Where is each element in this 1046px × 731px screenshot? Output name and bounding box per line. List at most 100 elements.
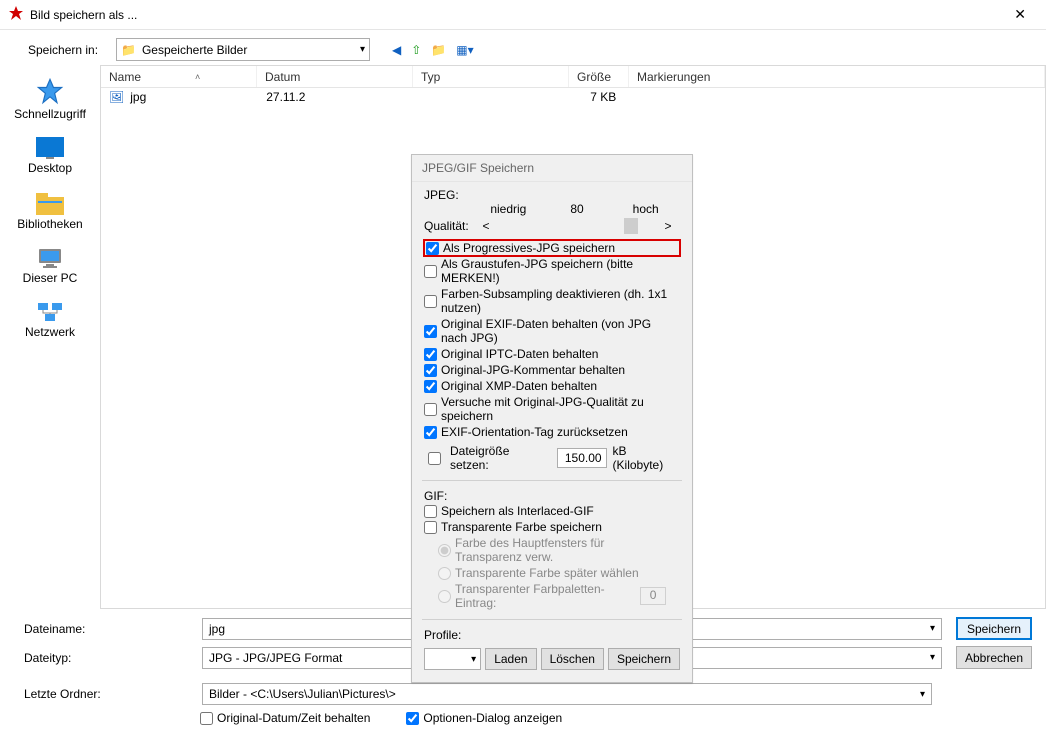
filesize-checkbox[interactable] bbox=[428, 452, 441, 465]
star-icon bbox=[36, 77, 64, 105]
radio-choose-later: Transparente Farbe später wählen bbox=[424, 565, 680, 581]
profile-row: ▾ Laden Löschen Speichern bbox=[424, 648, 680, 670]
sort-asc-icon: ˄ bbox=[195, 72, 200, 82]
back-icon[interactable]: ◀ bbox=[392, 43, 401, 57]
place-quickaccess[interactable]: Schnellzugriff bbox=[5, 71, 95, 127]
chevron-down-icon: ▾ bbox=[467, 654, 480, 665]
toolbar-icons: ◀ ⇧ 📁 ▦▾ bbox=[392, 43, 474, 57]
lastfolder-combo[interactable]: Bilder - <C:\Users\Julian\Pictures\> ▾ bbox=[202, 683, 932, 705]
column-markings[interactable]: Markierungen bbox=[629, 66, 1045, 87]
lastfolder-label: Letzte Ordner: bbox=[24, 687, 122, 701]
checkbox[interactable] bbox=[424, 521, 437, 534]
quality-decrease-icon[interactable]: < bbox=[474, 219, 498, 233]
opt-comment[interactable]: Original-JPG-Kommentar behalten bbox=[424, 362, 680, 378]
up-icon[interactable]: ⇧ bbox=[411, 43, 421, 57]
opt-xmp[interactable]: Original XMP-Daten behalten bbox=[424, 378, 680, 394]
close-icon[interactable]: ✕ bbox=[1002, 2, 1038, 27]
place-label: Netzwerk bbox=[25, 325, 75, 339]
profile-save-button[interactable]: Speichern bbox=[608, 648, 680, 670]
save-button[interactable]: Speichern bbox=[956, 617, 1032, 640]
checkbox[interactable] bbox=[424, 505, 437, 518]
place-desktop[interactable]: Desktop bbox=[5, 131, 95, 181]
chevron-down-icon: ▾ bbox=[360, 44, 365, 55]
column-size[interactable]: Größe bbox=[569, 66, 629, 87]
place-label: Bibliotheken bbox=[17, 217, 82, 231]
filename-label: Dateiname: bbox=[24, 622, 102, 636]
quality-label: Qualität: bbox=[424, 219, 474, 233]
filesize-label: Dateigröße setzen: bbox=[450, 444, 551, 472]
checkbox[interactable] bbox=[424, 380, 437, 393]
column-headers: Name˄ Datum Typ Größe Markierungen bbox=[101, 66, 1045, 88]
checkbox[interactable] bbox=[424, 265, 437, 278]
checkbox[interactable] bbox=[424, 295, 437, 308]
opt-iptc[interactable]: Original IPTC-Daten behalten bbox=[424, 346, 680, 362]
filesize-row: Dateigröße setzen: kB (Kilobyte) bbox=[424, 444, 680, 472]
save-in-value: Gespeicherte Bilder bbox=[142, 43, 247, 57]
opt-grayscale[interactable]: Als Graustufen-JPG speichern (bitte MERK… bbox=[424, 256, 680, 286]
place-label: Desktop bbox=[28, 161, 72, 175]
opt-label: Speichern als Interlaced-GIF bbox=[441, 504, 594, 518]
new-folder-icon[interactable]: 📁 bbox=[431, 43, 446, 57]
file-row[interactable]: 🖼 jpg 27.11.2 7 KB bbox=[101, 88, 1045, 106]
opt-label: EXIF-Orientation-Tag zurücksetzen bbox=[441, 425, 628, 439]
opt-gif-transparent[interactable]: Transparente Farbe speichern bbox=[424, 519, 680, 535]
opt-subsampling[interactable]: Farben-Subsampling deaktivieren (dh. 1x1… bbox=[424, 286, 680, 316]
quality-high: hoch bbox=[611, 202, 680, 216]
quality-slider[interactable] bbox=[498, 218, 656, 234]
slider-handle[interactable] bbox=[624, 218, 638, 234]
save-in-toolbar: Speichern in: 📁 Gespeicherte Bilder ▾ ◀ … bbox=[0, 30, 1046, 65]
checkbox[interactable] bbox=[200, 712, 213, 725]
jpeg-options: Als Progressives-JPG speichern Als Graus… bbox=[424, 240, 680, 440]
column-type[interactable]: Typ bbox=[413, 66, 569, 87]
quality-low: niedrig bbox=[474, 202, 543, 216]
popup-title: JPEG/GIF Speichern bbox=[412, 155, 692, 182]
checkbox[interactable] bbox=[424, 403, 437, 416]
place-network[interactable]: Netzwerk bbox=[5, 295, 95, 345]
opt-label: Als Progressives-JPG speichern bbox=[443, 241, 615, 255]
places-sidebar: Schnellzugriff Desktop Bibliotheken Dies… bbox=[0, 65, 100, 609]
file-icon: 🖼 bbox=[109, 90, 124, 104]
pc-icon bbox=[37, 247, 63, 269]
view-menu-icon[interactable]: ▦▾ bbox=[456, 43, 473, 57]
opt-progressive[interactable]: Als Progressives-JPG speichern bbox=[424, 240, 680, 256]
place-label: Schnellzugriff bbox=[14, 107, 86, 121]
opt-gif-interlaced[interactable]: Speichern als Interlaced-GIF bbox=[424, 503, 680, 519]
app-icon bbox=[8, 5, 24, 24]
checkbox[interactable] bbox=[424, 325, 437, 338]
opt-label: Versuche mit Original-JPG-Qualität zu sp… bbox=[441, 395, 680, 423]
filesize-input[interactable] bbox=[557, 448, 607, 468]
opt-orientation[interactable]: EXIF-Orientation-Tag zurücksetzen bbox=[424, 424, 680, 440]
opt-origquality[interactable]: Versuche mit Original-JPG-Qualität zu sp… bbox=[424, 394, 680, 424]
place-libraries[interactable]: Bibliotheken bbox=[5, 185, 95, 237]
lastfolder-value: Bilder - <C:\Users\Julian\Pictures\> bbox=[209, 687, 396, 701]
show-options-dialog-checkbox[interactable]: Optionen-Dialog anzeigen bbox=[406, 711, 562, 725]
opt-exif[interactable]: Original EXIF-Daten behalten (von JPG na… bbox=[424, 316, 680, 346]
profile-load-button[interactable]: Laden bbox=[485, 648, 536, 670]
filetype-label: Dateityp: bbox=[24, 651, 102, 665]
place-thispc[interactable]: Dieser PC bbox=[5, 241, 95, 291]
checkbox[interactable] bbox=[424, 348, 437, 361]
file-name: jpg bbox=[130, 90, 260, 104]
checkbox[interactable] bbox=[424, 364, 437, 377]
titlebar: Bild speichern als ... ✕ bbox=[0, 0, 1046, 30]
file-list[interactable]: Name˄ Datum Typ Größe Markierungen 🖼 jpg… bbox=[100, 65, 1046, 609]
quality-slider-row: Qualität: < > bbox=[424, 218, 680, 234]
jpeg-options-popup: JPEG/GIF Speichern JPEG: niedrig 80 hoch… bbox=[411, 154, 693, 683]
profile-delete-button[interactable]: Löschen bbox=[541, 648, 604, 670]
profile-combo[interactable]: ▾ bbox=[424, 648, 481, 670]
cancel-button[interactable]: Abbrechen bbox=[956, 646, 1032, 669]
radio bbox=[438, 590, 451, 603]
keep-original-date-checkbox[interactable]: Original-Datum/Zeit behalten bbox=[200, 711, 370, 725]
save-in-combo[interactable]: 📁 Gespeicherte Bilder ▾ bbox=[116, 38, 370, 61]
checkbox[interactable] bbox=[426, 242, 439, 255]
checkbox[interactable] bbox=[424, 426, 437, 439]
file-size: 7 KB bbox=[590, 90, 650, 104]
column-date[interactable]: Datum bbox=[257, 66, 413, 87]
checkbox[interactable] bbox=[406, 712, 419, 725]
quality-increase-icon[interactable]: > bbox=[656, 219, 680, 233]
opt-label: Original XMP-Daten behalten bbox=[441, 379, 597, 393]
folder-icon: 📁 bbox=[121, 43, 136, 57]
column-name[interactable]: Name˄ bbox=[101, 66, 257, 87]
radio-label: Transparente Farbe später wählen bbox=[455, 566, 639, 580]
desktop-icon bbox=[36, 137, 64, 159]
